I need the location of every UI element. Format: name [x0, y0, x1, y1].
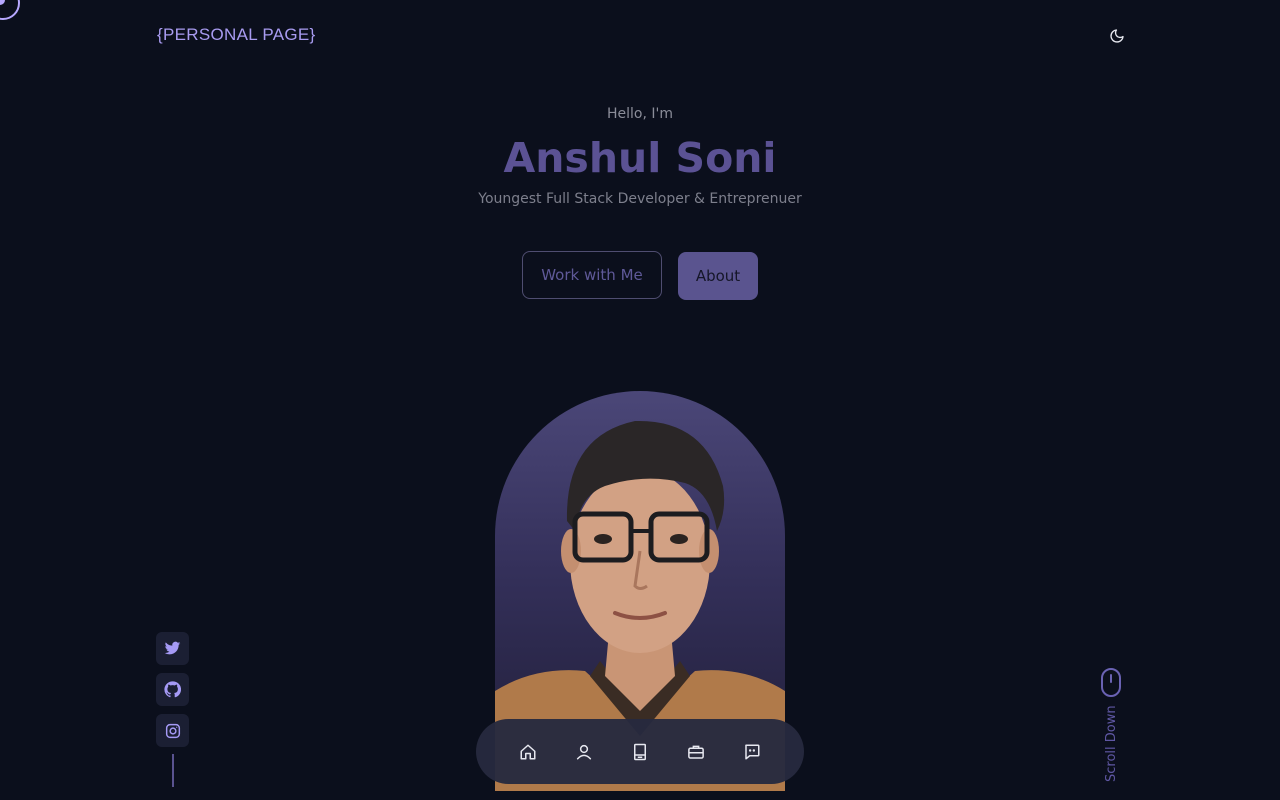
hero-greeting: Hello, I'm — [606, 106, 673, 122]
instagram-link[interactable] — [156, 714, 189, 747]
twitter-icon — [164, 641, 181, 655]
social-divider — [172, 754, 174, 787]
nav-skills[interactable] — [630, 742, 650, 762]
hero-actions: Work with Me About — [522, 251, 758, 300]
moon-icon — [1110, 29, 1124, 43]
work-with-me-button[interactable]: Work with Me — [522, 251, 662, 299]
hero-tagline: Youngest Full Stack Developer & Entrepre… — [478, 191, 802, 207]
book-icon — [634, 743, 646, 760]
nav-about[interactable] — [574, 742, 594, 762]
scroll-down-label: Scroll Down — [1104, 705, 1119, 782]
github-link[interactable] — [156, 673, 189, 706]
user-icon — [576, 744, 592, 759]
nav-home[interactable] — [518, 742, 538, 762]
bottom-nav — [476, 719, 804, 784]
theme-toggle-button[interactable] — [1106, 25, 1128, 47]
github-icon — [164, 681, 181, 698]
nav-contact[interactable] — [742, 742, 762, 762]
nav-portfolio[interactable] — [686, 742, 706, 762]
social-links — [156, 632, 189, 747]
home-icon — [520, 744, 536, 759]
message-icon — [745, 744, 760, 759]
site-logo[interactable]: {PERSONAL PAGE} — [157, 25, 316, 45]
briefcase-icon — [688, 745, 704, 759]
about-button[interactable]: About — [678, 252, 758, 300]
twitter-link[interactable] — [156, 632, 189, 665]
hero-name: Anshul Soni — [503, 134, 777, 182]
instagram-icon — [165, 723, 180, 738]
mouse-icon — [1101, 668, 1121, 697]
